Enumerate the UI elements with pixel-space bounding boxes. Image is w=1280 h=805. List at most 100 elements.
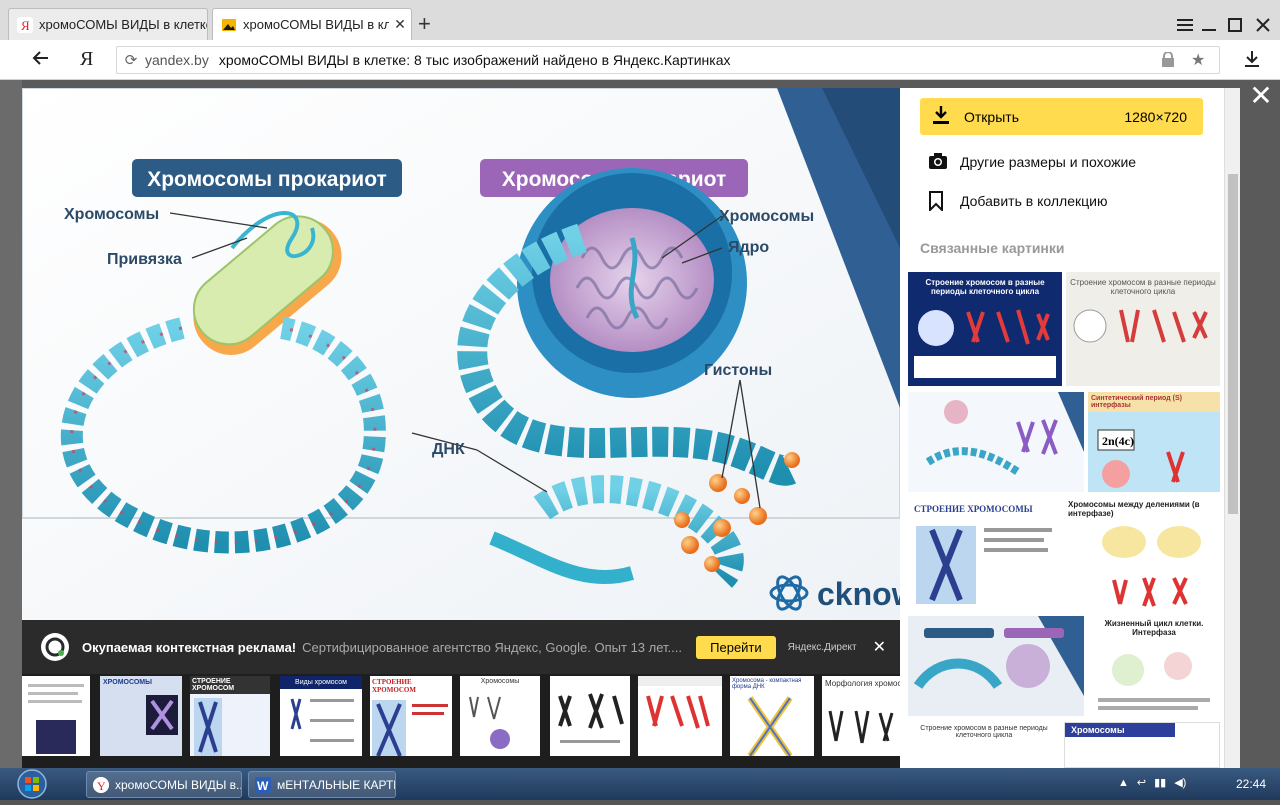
label-attachment: Привязка	[107, 251, 182, 268]
svg-text:W: W	[257, 779, 269, 793]
related-thumb[interactable]: Строение хромосом в разные периоды клето…	[908, 272, 1062, 386]
tab-2[interactable]: хромоСОМЫ ВИДЫ в клетке ✕	[212, 8, 412, 40]
taskbar-item-label: хромоСОМЫ ВИДЫ в...	[115, 777, 242, 792]
yandex-icon: Я	[17, 16, 33, 33]
related-thumb[interactable]: Синтетический период (S) интерфазы 2n(4c…	[1088, 392, 1220, 492]
resolution-label: 1280×720	[1124, 108, 1187, 125]
label-nucleus: Ядро	[728, 239, 769, 256]
add-collection-link[interactable]: Добавить в коллекцию	[928, 191, 1108, 213]
url-field[interactable]: ⟳ yandex.by хромоСОМЫ ВИДЫ в клетке: 8 т…	[116, 46, 1220, 74]
film-caption: Виды хромосом	[280, 676, 362, 689]
film-thumb[interactable]: ХРОМОСОМЫ	[100, 676, 182, 756]
label-histones: Гистоны	[704, 362, 772, 379]
related-thumb[interactable]: Жизненный цикл клетки. Интерфаза	[1088, 616, 1220, 716]
thumb-caption: Хромосомы между делениями (в интерфазе)	[1068, 500, 1200, 518]
related-thumb[interactable]	[908, 616, 1084, 716]
ad-headline[interactable]: Окупаемая контекстная реклама!	[82, 640, 296, 655]
film-caption: ХРОМОСОМЫ	[103, 679, 152, 686]
arrow-left-icon	[32, 51, 48, 65]
thumb-caption: Строение хромосом в разные периоды клето…	[1070, 278, 1216, 296]
label-chromosomes-right: Хромосомы	[719, 208, 814, 225]
ad-logo-icon	[40, 632, 70, 662]
open-label: Открыть	[964, 108, 1019, 125]
film-caption: Морфология хромосом	[825, 679, 900, 688]
menu-icon[interactable]	[1172, 12, 1198, 38]
ad-close-icon[interactable]: ✕	[873, 637, 886, 657]
thumb-caption: Хромосомы	[1065, 723, 1175, 737]
minimize-icon[interactable]	[1196, 12, 1222, 38]
thumb-caption: СТРОЕНИЕ ХРОМОСОМЫ	[914, 504, 1033, 514]
film-thumb[interactable]: Хромосома - компактная форма ДНК	[730, 676, 814, 756]
maximize-icon[interactable]	[1222, 12, 1248, 38]
network-icon[interactable]: ▮▮	[1154, 776, 1166, 789]
image-viewer[interactable]: Хромосомы прокариот Хромосомы эукариот	[22, 88, 900, 620]
yandex-logo[interactable]: Я	[80, 48, 93, 71]
svg-text:Y: Y	[97, 779, 106, 793]
film-caption: СТРОЕНИЕ ХРОМОСОМ	[190, 676, 270, 694]
open-image-button[interactable]: Открыть 1280×720	[920, 98, 1203, 135]
ad-source[interactable]: Яндекс.Директ	[788, 642, 857, 653]
thumb-caption: Строение хромосом в разные периоды клето…	[925, 278, 1045, 296]
add-collection-label: Добавить в коллекцию	[960, 193, 1108, 209]
bookmark-star-icon[interactable]: ★	[1191, 50, 1209, 70]
url-domain: yandex.by	[145, 52, 209, 68]
back-button[interactable]	[28, 48, 52, 72]
taskbar-item-browser[interactable]: Y хромоСОМЫ ВИДЫ в...	[86, 771, 242, 798]
clock[interactable]: 22:44	[1236, 777, 1266, 791]
film-thumb[interactable]: СТРОЕНИЕ ХРОМОСОМ	[190, 676, 270, 756]
new-tab-button[interactable]: +	[418, 12, 431, 36]
svg-text:2n(4c): 2n(4c)	[1102, 434, 1134, 448]
other-sizes-link[interactable]: Другие размеры и похожие	[928, 152, 1136, 172]
film-caption: СТРОЕНИЕ ХРОМОСОМ	[372, 678, 416, 694]
label-dna: ДНК	[432, 441, 465, 458]
label-chromosomes-left: Хромосомы	[64, 206, 159, 223]
camera-icon	[928, 152, 948, 172]
system-tray: ▲ ↩ ▮▮ ◀)	[1118, 776, 1194, 790]
scrollbar-thumb[interactable]	[1228, 174, 1238, 514]
close-viewer-button[interactable]: ✕	[1248, 82, 1274, 110]
start-button[interactable]	[14, 768, 50, 800]
taskbar-item-label: мЕНТАЛЬНЫЕ КАРТЫ...	[277, 777, 395, 792]
film-caption: Хромосомы	[480, 678, 520, 685]
language-icon[interactable]: ▲	[1118, 777, 1129, 789]
close-tab-icon[interactable]: ✕	[389, 16, 411, 33]
close-window-icon[interactable]	[1250, 12, 1276, 38]
side-panel-scrollbar[interactable]	[1224, 88, 1240, 768]
side-panel: Открыть 1280×720 Другие размеры и похожи…	[900, 88, 1224, 768]
ad-text: Сертифицированное агентство Яндекс, Goog…	[302, 639, 682, 655]
banner-prokaryote-text: Хромосомы прокариот	[147, 168, 387, 191]
film-thumb[interactable]: Хромосомы	[460, 676, 540, 756]
image-icon	[221, 17, 237, 33]
related-thumb[interactable]: Хромосомы	[1064, 722, 1220, 768]
film-thumb[interactable]: Виды хромосом	[280, 676, 362, 756]
watermark-text: cknow	[817, 576, 900, 612]
related-thumb[interactable]: Хромосомы между делениями (в интерфазе)	[1064, 498, 1220, 610]
related-thumb[interactable]: Строение хромосом в разные периоды клето…	[1066, 272, 1220, 386]
ad-go-button[interactable]: Перейти	[696, 635, 776, 659]
film-thumb[interactable]	[22, 676, 90, 756]
volume-icon[interactable]: ◀)	[1174, 776, 1186, 789]
related-thumb[interactable]	[908, 392, 1084, 492]
url-page-title: хромоСОМЫ ВИДЫ в клетке: 8 тыс изображен…	[218, 52, 731, 68]
address-bar: Я ⟳ yandex.by хромоСОМЫ ВИДЫ в клетке: 8…	[0, 40, 1280, 80]
download-icon	[932, 105, 954, 128]
film-thumb[interactable]: Морфология хромосом	[822, 676, 900, 756]
ad-banner[interactable]: Окупаемая контекстная реклама! Сертифици…	[22, 620, 900, 674]
tab-title: хромоСОМЫ ВИДЫ в клетке	[39, 17, 207, 32]
film-thumb[interactable]	[638, 676, 722, 756]
film-thumb[interactable]: СТРОЕНИЕ ХРОМОСОМ	[370, 676, 452, 756]
related-images-title: Связанные картинки	[920, 240, 1065, 256]
thumb-caption: Жизненный цикл клетки. Интерфаза	[1104, 619, 1204, 637]
arrow-back-icon[interactable]: ↩	[1137, 776, 1146, 789]
related-thumb[interactable]: Строение хромосом в разные периоды клето…	[908, 722, 1060, 768]
tab-1[interactable]: Я хромоСОМЫ ВИДЫ в клетке	[8, 8, 208, 40]
bookmark-icon	[928, 191, 948, 213]
related-thumb[interactable]: СТРОЕНИЕ ХРОМОСОМЫ	[908, 498, 1060, 610]
thumb-caption: Синтетический период (S) интерфазы	[1088, 392, 1220, 412]
taskbar-item-word[interactable]: W мЕНТАЛЬНЫЕ КАРТЫ...	[248, 771, 396, 798]
download-icon[interactable]	[1242, 49, 1264, 71]
reload-icon[interactable]: ⟳	[117, 51, 145, 69]
chromosome-illustration: Хромосомы прокариот Хромосомы эукариот	[22, 88, 900, 620]
lock-icon[interactable]	[1161, 51, 1179, 68]
film-thumb[interactable]	[550, 676, 630, 756]
